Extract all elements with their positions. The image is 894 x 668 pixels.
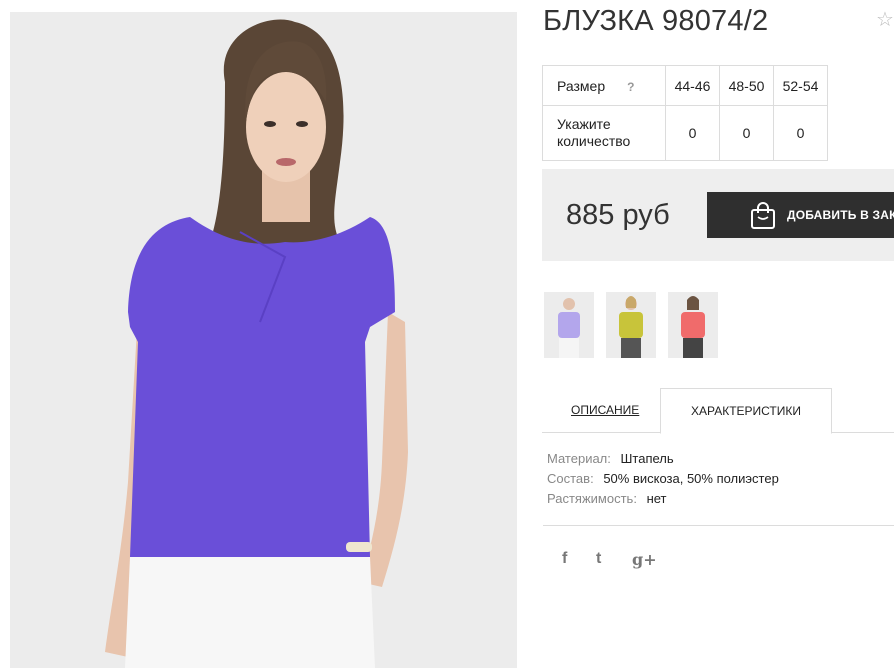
characteristics-list: Материал: Штапель Состав: 50% вискоза, 5… [547,451,779,511]
product-main-image[interactable] [10,12,517,668]
star-icon[interactable]: ☆ [876,10,894,30]
spec-row-material: Материал: Штапель [547,451,779,471]
size-help-icon[interactable]: ? [627,80,634,94]
shopping-bag-icon [751,202,775,229]
size-label: Размер [557,77,606,94]
spec-key: Состав: [547,471,594,486]
thumbnail-lavender[interactable] [544,292,594,358]
thumbnail-coral[interactable] [668,292,718,358]
model-illustration [10,12,517,668]
size-option: 52-54 [773,65,828,106]
divider [543,525,894,526]
thumbnail-yellow[interactable] [606,292,656,358]
product-tabs: ОПИСАНИЕ ХАРАКТЕРИСТИКИ [542,388,894,434]
size-option: 44-46 [665,65,720,106]
quantity-label-cell: Укажите количество [542,105,666,161]
spec-value: Штапель [620,451,674,466]
spec-value: 50% вискоза, 50% полиэстер [603,471,779,486]
tab-description[interactable]: ОПИСАНИЕ [571,403,639,417]
add-to-order-button[interactable]: ДОБАВИТЬ В ЗАКАЗ [707,192,894,238]
spec-row-stretch: Растяжимость: нет [547,491,779,511]
add-to-order-label: ДОБАВИТЬ В ЗАКАЗ [787,208,894,222]
thumb-figure [668,292,718,358]
size-quantity-table: Размер? 44-46 48-50 52-54 Укажите количе… [542,65,828,161]
quantity-input[interactable]: 0 [773,105,828,161]
thumb-figure [606,292,656,358]
tab-characteristics[interactable]: ХАРАКТЕРИСТИКИ [660,388,832,434]
google-plus-icon[interactable]: g+ [632,550,657,569]
spec-key: Растяжимость: [547,491,637,506]
size-label-cell: Размер? [542,65,666,106]
buy-box: 885 руб ДОБАВИТЬ В ЗАКАЗ [542,169,894,261]
spec-row-composition: Состав: 50% вискоза, 50% полиэстер [547,471,779,491]
quantity-label-line2: количество [557,133,631,149]
spec-value: нет [646,491,667,506]
size-option: 48-50 [719,65,774,106]
price: 885 руб [566,199,670,231]
quantity-input[interactable]: 0 [665,105,720,161]
twitter-icon[interactable]: t [596,550,601,568]
product-title: БЛУЗКА 98074/2 [543,5,769,37]
thumb-figure [544,292,594,358]
quantity-label-line1: Укажите [557,116,611,132]
spec-key: Материал: [547,451,611,466]
quantity-input[interactable]: 0 [719,105,774,161]
facebook-icon[interactable]: f [562,550,567,568]
